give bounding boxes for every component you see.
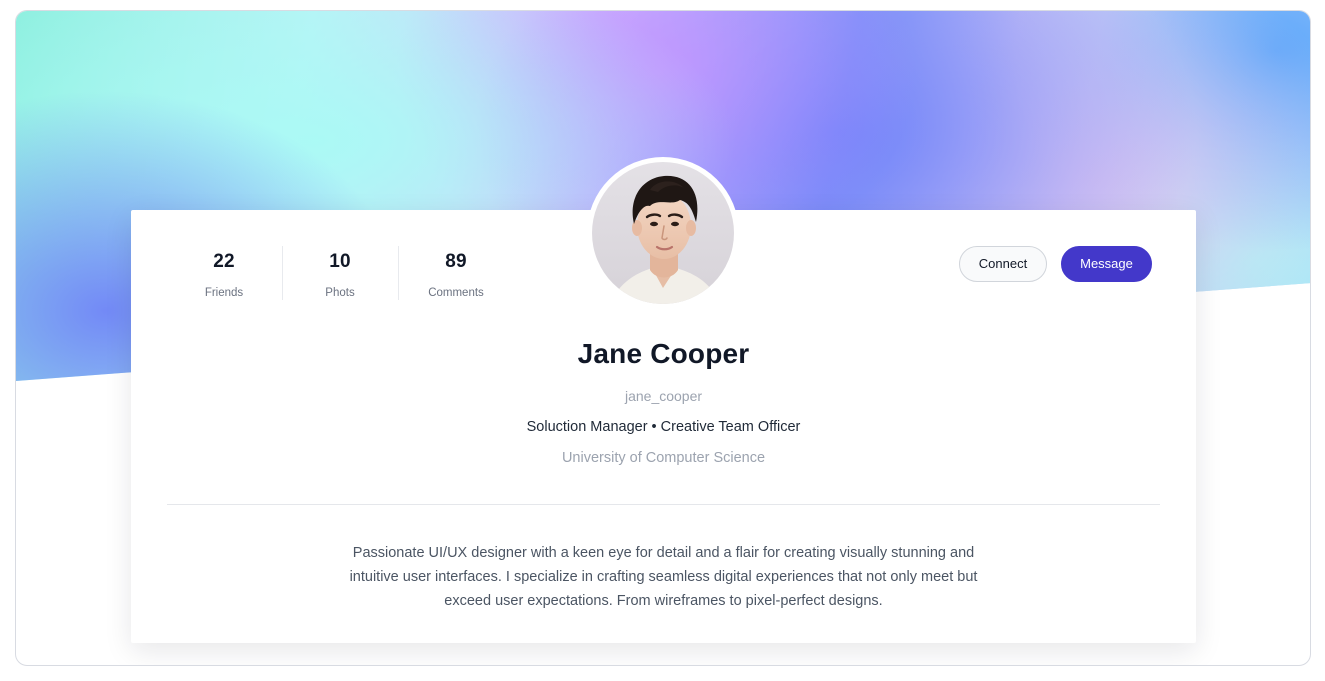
avatar[interactable] [587, 157, 739, 309]
connect-button[interactable]: Connect [959, 246, 1047, 282]
profile-name: Jane Cooper [577, 338, 750, 369]
stat-photos: 10 Phots [282, 246, 398, 300]
profile-actions: Connect Message [959, 246, 1152, 282]
profile-bio: Passionate UI/UX designer with a keen ey… [349, 545, 978, 609]
profile-role: Soluction Manager • Creative Team Office… [526, 419, 801, 435]
stat-value: 22 [213, 251, 235, 272]
profile-username: jane_cooper [624, 388, 703, 404]
stats-row: 22 Friends 10 Phots 89 Comments [166, 246, 514, 300]
stat-label: Comments [428, 287, 484, 299]
profile-page: 22 Friends 10 Phots 89 Comments Connect … [15, 10, 1311, 666]
stat-label: Friends [204, 287, 244, 299]
stat-friends: 22 Friends [166, 246, 282, 300]
profile-school: University of Computer Science [561, 450, 766, 466]
section-divider [167, 504, 1160, 505]
stat-value: 89 [445, 251, 467, 272]
stat-comments: 89 Comments [398, 246, 514, 300]
message-button[interactable]: Message [1061, 246, 1152, 282]
stat-value: 10 [329, 251, 351, 272]
avatar-photo-icon [592, 162, 734, 304]
stat-label: Phots [325, 287, 355, 299]
